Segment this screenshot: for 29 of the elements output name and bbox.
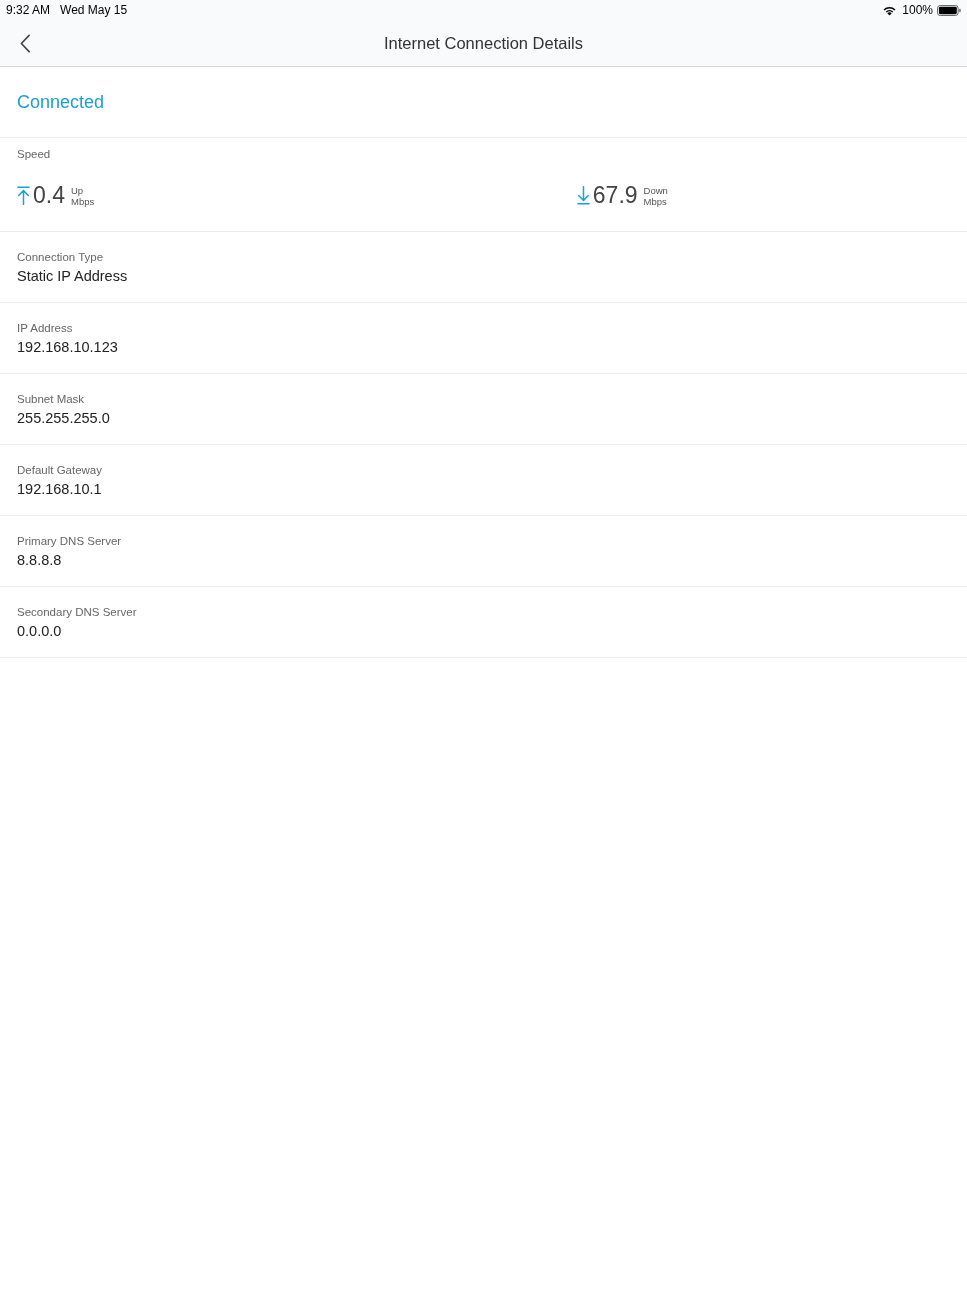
speed-value: 0.4 <box>33 182 65 209</box>
detail-value: 255.255.255.0 <box>17 410 110 426</box>
speed-unit: Mbps <box>71 195 95 207</box>
detail-label: Subnet Mask <box>17 393 85 405</box>
detail-value: 8.8.8.8 <box>17 552 62 568</box>
speed-direction: Up <box>71 184 85 196</box>
chevron-left-icon <box>20 33 30 53</box>
connection-status: Connected <box>17 91 106 113</box>
detail-label: Connection Type <box>17 251 104 263</box>
battery-icon <box>937 4 961 16</box>
detail-label: Secondary DNS Server <box>17 606 137 618</box>
detail-value: 0.0.0.0 <box>17 623 62 639</box>
detail-label: IP Address <box>17 322 73 334</box>
speed-direction: Down <box>643 184 668 196</box>
download-arrow-icon <box>576 186 590 205</box>
status-time: 9:32 AM <box>6 3 51 17</box>
speed-label: Speed <box>17 148 51 160</box>
detail-value: Static IP Address <box>17 268 128 284</box>
battery-percent: 100% <box>902 3 933 17</box>
detail-label: Primary DNS Server <box>17 535 122 547</box>
wifi-icon <box>882 4 898 16</box>
speed-unit: Mbps <box>643 195 668 207</box>
speed-value: 67.9 <box>592 182 638 209</box>
detail-label: Default Gateway <box>17 464 102 476</box>
status-date: Wed May 15 <box>60 3 128 17</box>
detail-value: 192.168.10.1 <box>17 481 102 497</box>
page-title: Internet Connection Details <box>384 33 583 53</box>
upload-arrow-icon <box>17 186 30 205</box>
detail-value: 192.168.10.123 <box>17 339 118 355</box>
